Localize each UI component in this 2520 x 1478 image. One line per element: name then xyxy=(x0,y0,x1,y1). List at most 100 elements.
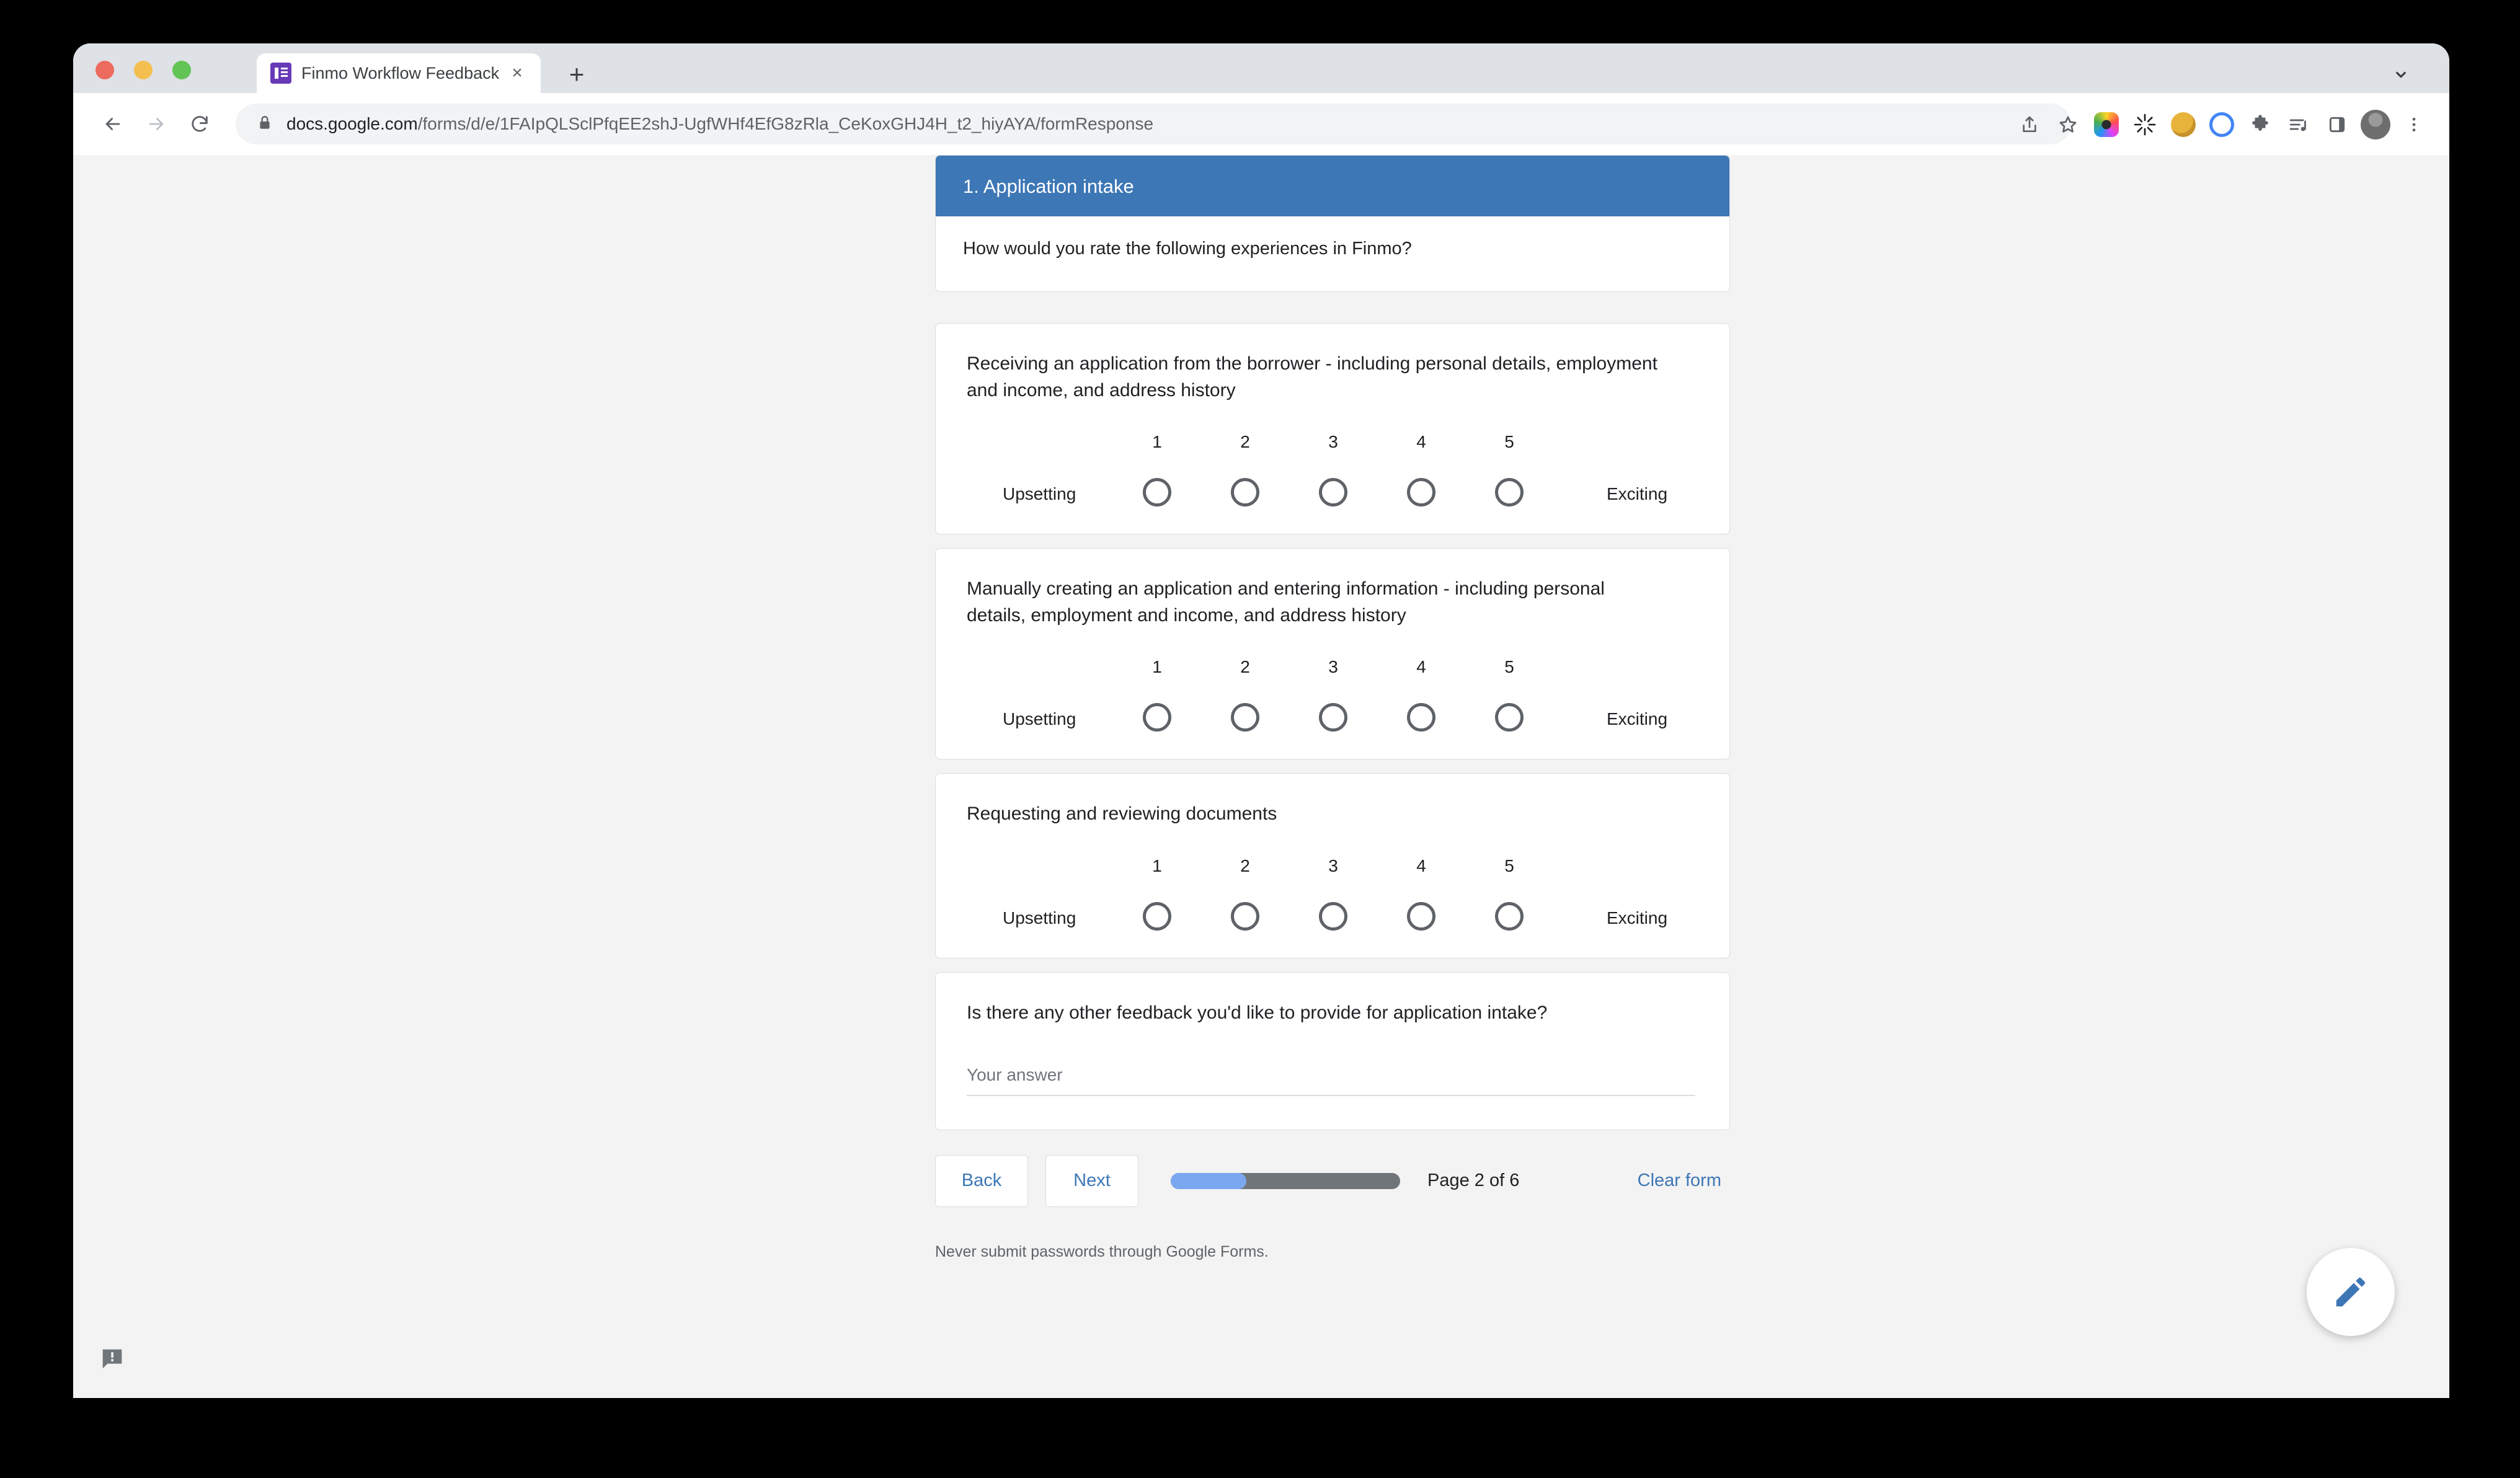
browser-toolbar: docs.google.com/forms/d/e/1FAIpQLSclPfqE… xyxy=(73,93,2449,155)
scale-number: 4 xyxy=(1416,657,1426,677)
page-viewport: 1. Application intake How would you rate… xyxy=(73,155,2449,1398)
maximize-window-button[interactable] xyxy=(172,61,191,79)
answer-field-wrap[interactable]: Your answer xyxy=(967,1065,1695,1096)
scale-option: 3 xyxy=(1289,432,1377,507)
question-card: Manually creating an application and ent… xyxy=(935,548,1730,760)
scale-option: 3 xyxy=(1289,856,1377,931)
scale-option: 2 xyxy=(1201,856,1289,931)
section-description: How would you rate the following experie… xyxy=(963,239,1412,259)
scale-low-label: Upsetting xyxy=(1003,484,1076,504)
scale-number: 5 xyxy=(1504,657,1514,677)
new-tab-button[interactable]: + xyxy=(563,61,590,88)
side-panel-icon[interactable] xyxy=(2318,105,2356,144)
scale-high-label: Exciting xyxy=(1607,709,1668,729)
scale-columns: 1 2 3 4 5 xyxy=(1113,856,1574,931)
browser-menu-icon[interactable] xyxy=(2395,105,2433,144)
chevron-down-icon[interactable] xyxy=(2389,62,2413,87)
radio-button[interactable] xyxy=(1143,901,1171,931)
url-domain: docs.google.com xyxy=(286,114,418,133)
scale-columns: 1 2 3 4 5 xyxy=(1113,432,1574,507)
scale-number: 5 xyxy=(1504,856,1514,875)
media-playlist-icon[interactable] xyxy=(2279,105,2318,144)
extension-burst-icon[interactable] xyxy=(2126,105,2164,144)
scale-number: 3 xyxy=(1328,856,1338,875)
scale-number: 5 xyxy=(1504,432,1514,452)
minimize-window-button[interactable] xyxy=(134,61,153,79)
radio-button[interactable] xyxy=(1495,703,1524,732)
back-arrow-icon[interactable] xyxy=(95,107,130,141)
linear-scale: Upsetting 1 2 3 4 5 Exciting xyxy=(967,856,1698,931)
lock-icon xyxy=(257,115,273,134)
form-section-header: 1. Application intake How would you rate… xyxy=(935,155,1730,292)
page-counter: Page 2 of 6 xyxy=(1427,1170,1520,1191)
extension-camera-icon[interactable] xyxy=(2087,105,2126,144)
radio-button[interactable] xyxy=(1319,478,1347,507)
scale-option: 1 xyxy=(1113,432,1201,507)
close-icon[interactable]: × xyxy=(505,61,530,86)
extensions-puzzle-icon[interactable] xyxy=(2241,105,2279,144)
edit-form-fab[interactable] xyxy=(2307,1248,2395,1336)
radio-button[interactable] xyxy=(1143,703,1171,732)
scale-columns: 1 2 3 4 5 xyxy=(1113,657,1574,732)
radio-button[interactable] xyxy=(1231,901,1259,931)
scale-option: 5 xyxy=(1465,657,1553,732)
progress-bar xyxy=(1171,1172,1400,1189)
radio-button[interactable] xyxy=(1319,703,1347,732)
browser-tab[interactable]: Finmo Workflow Feedback × xyxy=(257,53,541,93)
progress-bar-fill xyxy=(1171,1172,1247,1189)
feedback-report-icon[interactable] xyxy=(73,1320,151,1398)
close-window-button[interactable] xyxy=(95,61,114,79)
scale-option: 4 xyxy=(1377,657,1465,732)
scale-number: 2 xyxy=(1240,856,1250,875)
window-controls xyxy=(95,61,191,79)
question-card: Receiving an application from the borrow… xyxy=(935,323,1730,535)
radio-button[interactable] xyxy=(1231,703,1259,732)
extension-privacy-icon[interactable] xyxy=(2203,105,2241,144)
address-bar[interactable]: docs.google.com/forms/d/e/1FAIpQLSclPfqE… xyxy=(236,104,2071,144)
scale-option: 5 xyxy=(1465,432,1553,507)
form-navigation: Back Next Page 2 of 6 Clear form xyxy=(935,1154,1730,1208)
form-column: 1. Application intake How would you rate… xyxy=(935,155,1730,1261)
answer-input-placeholder[interactable]: Your answer xyxy=(967,1065,1695,1085)
scale-number: 3 xyxy=(1328,657,1338,677)
radio-button[interactable] xyxy=(1319,901,1347,931)
extension-globe-icon[interactable] xyxy=(2164,105,2203,144)
tab-strip: Finmo Workflow Feedback × + xyxy=(73,43,2449,93)
question-title: Requesting and reviewing documents xyxy=(967,803,1277,825)
avatar[interactable] xyxy=(2356,105,2395,144)
scale-option: 2 xyxy=(1201,432,1289,507)
reload-icon[interactable] xyxy=(182,107,217,141)
clear-form-link[interactable]: Clear form xyxy=(1638,1170,1721,1191)
radio-button[interactable] xyxy=(1231,478,1259,507)
radio-button[interactable] xyxy=(1407,703,1435,732)
browser-window: Finmo Workflow Feedback × + docs.google.… xyxy=(73,43,2449,1398)
edit-pencil-icon xyxy=(2336,1277,2366,1307)
radio-button[interactable] xyxy=(1407,901,1435,931)
share-icon[interactable] xyxy=(2010,105,2049,144)
back-button[interactable]: Back xyxy=(935,1154,1028,1207)
question-card: Requesting and reviewing documents Upset… xyxy=(935,773,1730,958)
section-title: 1. Application intake xyxy=(936,156,1729,216)
radio-button[interactable] xyxy=(1407,478,1435,507)
tab-title: Finmo Workflow Feedback xyxy=(301,63,500,82)
scale-option: 4 xyxy=(1377,856,1465,931)
password-disclaimer: Never submit passwords through Google Fo… xyxy=(935,1242,1269,1260)
scale-number: 1 xyxy=(1152,657,1162,677)
scale-option: 5 xyxy=(1465,856,1553,931)
scale-number: 3 xyxy=(1328,432,1338,452)
radio-button[interactable] xyxy=(1495,478,1524,507)
scale-number: 1 xyxy=(1152,432,1162,452)
scale-option: 2 xyxy=(1201,657,1289,732)
next-button[interactable]: Next xyxy=(1045,1154,1138,1207)
scale-option: 3 xyxy=(1289,657,1377,732)
star-icon[interactable] xyxy=(2049,105,2087,144)
question-title: Is there any other feedback you'd like t… xyxy=(967,1002,1548,1023)
toolbar-actions xyxy=(2010,105,2433,144)
radio-button[interactable] xyxy=(1495,901,1524,931)
radio-button[interactable] xyxy=(1143,478,1171,507)
url-path: /forms/d/e/1FAIpQLSclPfqEE2shJ-UgfWHf4Ef… xyxy=(417,114,1154,133)
google-forms-icon xyxy=(270,63,291,84)
scale-low-label: Upsetting xyxy=(1003,709,1076,729)
scale-number: 4 xyxy=(1416,856,1426,875)
forward-arrow-icon[interactable] xyxy=(139,107,174,141)
